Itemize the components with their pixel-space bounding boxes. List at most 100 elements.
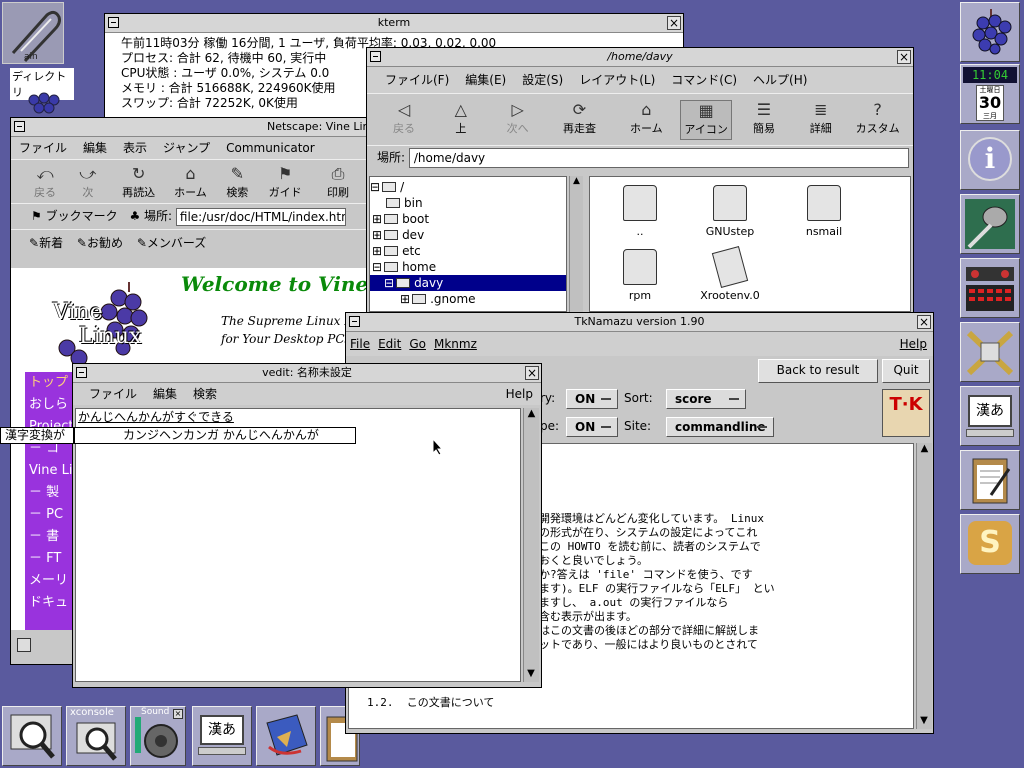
menu-settings[interactable]: 設定(S) [514,67,571,93]
tree-row[interactable]: bin [370,195,566,211]
forward-button[interactable]: ▷ 次へ [493,100,543,136]
file-icon-item[interactable]: GNUstep [690,185,770,238]
home-button[interactable]: ⌂ ホーム [166,164,214,200]
close-icon[interactable]: × [667,16,681,30]
window-menu-icon[interactable] [370,51,381,62]
up-button[interactable]: △ 上 [433,100,489,136]
file-icon-item[interactable]: Xrootenv.0 [690,245,770,302]
menu-edit[interactable]: Edit [374,332,405,356]
s-app-dock-tile[interactable]: S [960,514,1020,574]
scroll-up-arrow-icon[interactable]: ▲ [570,176,583,188]
icon-view-button[interactable]: ▦ アイコン [680,100,733,140]
ime-candidate-box[interactable]: カンジヘンカンガ かんじへんかんが [74,427,356,444]
window-menu-icon[interactable] [108,17,119,28]
notepad-dock-tile[interactable] [960,450,1020,510]
sound-bottom-tile[interactable]: Sound × [130,706,186,766]
netscape-titlebar[interactable]: Netscape: Vine Linux [11,118,381,137]
result-scrollbar[interactable]: ▲ ▼ [916,443,932,729]
tree-row[interactable]: ⊞ etc [370,243,566,259]
scroll-up-arrow-icon[interactable]: ▲ [917,443,932,457]
rescan-button[interactable]: ⟳ 再走査 [546,100,612,136]
new-link[interactable]: ✎新着 [29,236,63,250]
forward-button[interactable]: ⤻ 次 [65,164,111,200]
kanji-terminal-dock-tile[interactable]: 漢あ [960,386,1020,446]
recommend-link[interactable]: ✎お勧め [77,236,123,250]
print-button[interactable]: ⎙ 印刷 [314,164,362,200]
menu-communicator[interactable]: Communicator [218,137,323,159]
tree-row-selected[interactable]: ⊟ davy [370,275,566,291]
file-manager-titlebar[interactable]: /home/davy × [367,48,913,67]
menu-file[interactable]: ファイル(F) [377,67,457,93]
custom-view-button[interactable]: ? カスタム [850,100,906,136]
xconsole-bottom-tile[interactable]: xconsole [66,706,126,766]
url-input[interactable]: file:/usr/doc/HTML/index.html [175,207,346,226]
tree-scrollbar[interactable]: ▲ [569,176,583,312]
file-manager-window[interactable]: /home/davy × ファイル(F) 編集(E) 設定(S) レイアウト(L) コマン… [366,47,914,313]
search-button[interactable]: ✎ 検索 [218,164,256,200]
back-button[interactable]: ⤺ 戻る [29,164,61,200]
menu-help[interactable]: Help [498,383,541,405]
query-option-menu[interactable]: ON [566,389,618,409]
vedit-window[interactable]: vedit: 名称未設定 × ファイル 編集 検索 Help かんじへんかんがすぐできる… [72,363,542,688]
menu-edit[interactable]: 編集 [75,137,115,159]
magnifier-bottom-tile[interactable] [2,706,62,766]
detail-view-button[interactable]: ≣ 詳細 [796,100,846,136]
back-to-result-button[interactable]: Back to result [758,359,878,383]
grape-desktop-icon[interactable] [24,90,62,120]
menu-edit[interactable]: 編集(E) [457,67,514,93]
menu-edit[interactable]: 編集 [145,383,185,405]
menu-help[interactable]: ヘルプ(H) [745,67,815,93]
file-icon-item[interactable]: .. [600,185,680,238]
kanji-bottom-tile[interactable]: 漢あ [192,706,252,766]
kterm-titlebar[interactable]: kterm × [105,14,683,33]
file-icon-item[interactable]: nsmail [784,185,864,238]
scroll-up-arrow-icon[interactable]: ▲ [524,408,539,422]
tree-row[interactable]: ⊞ dev [370,227,566,243]
tree-row[interactable]: ⊟ / [370,179,566,195]
file-icon-view[interactable]: .. GNUstep nsmail rpm Xrootenv.0 [589,176,911,312]
path-input[interactable]: /home/davy [408,148,909,168]
tools-dock-tile[interactable] [960,322,1020,382]
tree-row[interactable]: ⊞ boot [370,211,566,227]
back-button[interactable]: ◁ 戻る [379,100,429,136]
menu-layout[interactable]: レイアウト(L) [571,67,663,93]
tknamazu-titlebar[interactable]: TkNamazu version 1.90 × [346,313,933,332]
package-bottom-tile[interactable] [256,706,316,766]
tree-row[interactable]: ⊟ home [370,259,566,275]
directory-tree[interactable]: ⊟ / bin ⊞ boot ⊞ dev ⊞ etc ⊟ home ⊟ davy ⊞ .gno… [369,176,567,312]
menu-view[interactable]: 表示 [115,137,155,159]
close-icon[interactable]: × [525,366,539,380]
window-menu-icon[interactable] [349,316,360,327]
guide-button[interactable]: ⚑ ガイド [260,164,310,200]
quit-button[interactable]: Quit [882,359,930,383]
scroll-down-arrow-icon[interactable]: ▼ [917,715,931,729]
type-option-menu[interactable]: ON [566,417,618,437]
grape-dock-tile[interactable] [960,2,1020,62]
file-icon-item[interactable]: rpm [600,249,680,302]
directory-desktop-icon[interactable]: ain ディレクトリ [2,2,74,100]
info-dock-tile[interactable]: i [960,130,1020,190]
sound-close-icon[interactable]: × [173,709,183,719]
menu-file[interactable]: ファイル [11,137,75,159]
vedit-scrollbar[interactable]: ▲ ▼ [523,408,539,682]
site-option-menu[interactable]: commandline [666,417,774,437]
sort-option-menu[interactable]: score [666,389,746,409]
tree-row[interactable]: ⊞ .gnome [370,291,566,307]
clock-dock-tile[interactable]: 11:04 土曜日 30 三月 [960,64,1020,124]
menu-go[interactable]: Go [405,332,430,356]
vedit-titlebar[interactable]: vedit: 名称未設定 × [73,364,541,383]
members-link[interactable]: ✎メンバーズ [137,236,206,250]
menu-mknmz[interactable]: Mknmz [430,332,481,356]
reload-button[interactable]: ↻ 再読込 [115,164,163,200]
vedit-text-area[interactable]: かんじへんかんがすぐできる [75,408,521,682]
menu-jump[interactable]: ジャンプ [155,137,218,159]
gimp-dock-tile[interactable] [960,194,1020,254]
menu-help[interactable]: Help [894,332,933,356]
window-menu-icon[interactable] [14,121,25,132]
window-menu-icon[interactable] [76,367,87,378]
security-lock-icon[interactable] [17,638,31,652]
brief-view-button[interactable]: ☰ 簡易 [736,100,792,136]
menu-search[interactable]: 検索 [185,383,225,405]
bookmark-button[interactable]: ブックマーク [46,209,118,223]
home-button[interactable]: ⌂ ホーム [616,100,676,136]
